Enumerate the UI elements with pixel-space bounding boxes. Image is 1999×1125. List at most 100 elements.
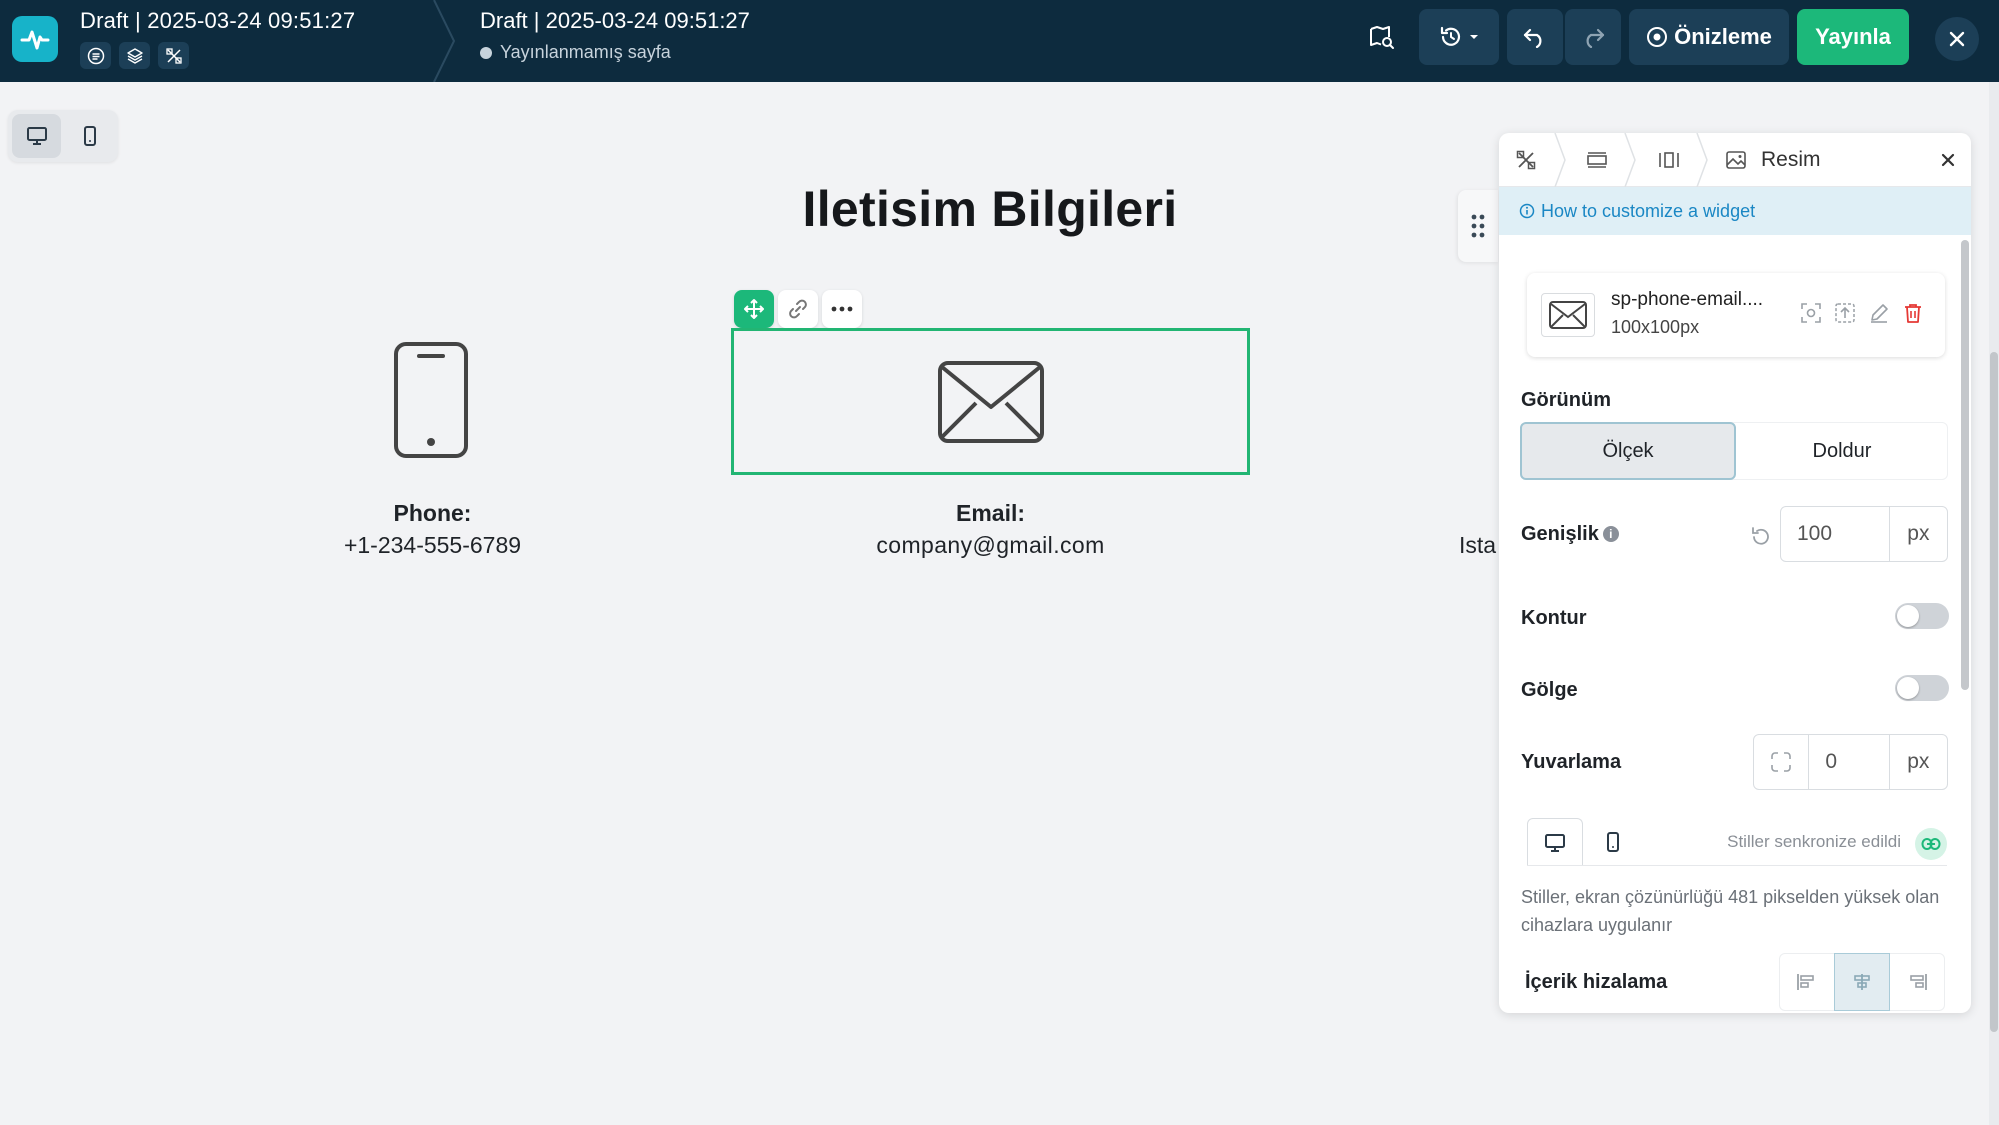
crumb-separator: [1624, 133, 1636, 187]
pulse-icon: [20, 30, 50, 50]
align-left-icon: [1797, 974, 1815, 990]
image-actions: [1799, 301, 1925, 325]
top-bar: Draft | 2025-03-24 09:51:27 Draft | 2025…: [0, 0, 1999, 82]
close-editor-button[interactable]: [1935, 17, 1979, 61]
desktop-styles-tab[interactable]: [1527, 818, 1583, 866]
address-value[interactable]: Ista: [1459, 532, 1496, 559]
crumb-section[interactable]: [1577, 133, 1617, 187]
move-widget-button[interactable]: [734, 290, 774, 328]
toggle-knob: [1897, 605, 1919, 627]
info-icon: [1519, 203, 1535, 219]
undo-redo-group: [1507, 9, 1621, 65]
focus-icon: [1801, 303, 1821, 323]
align-center-button[interactable]: [1833, 953, 1891, 1011]
edit-image-button[interactable]: [1867, 301, 1891, 325]
delete-image-button[interactable]: [1901, 301, 1925, 325]
sync-styles-button[interactable]: [1915, 828, 1947, 860]
radius-corners-button[interactable]: [1754, 735, 1810, 789]
focus-image-button[interactable]: [1799, 301, 1823, 325]
trash-icon: [1905, 304, 1921, 323]
phone-icon: [394, 342, 468, 458]
help-link[interactable]: How to customize a widget: [1499, 187, 1971, 235]
panel-scrollbar[interactable]: [1961, 240, 1969, 690]
corners-icon: [1771, 752, 1791, 772]
crumb-column[interactable]: [1649, 133, 1689, 187]
mobile-view-button[interactable]: [65, 114, 114, 158]
radius-unit[interactable]: px: [1890, 735, 1947, 789]
mobile-icon: [1607, 832, 1619, 852]
status-text: Yayınlanmamış sayfa: [500, 42, 671, 62]
selected-email-image[interactable]: [731, 328, 1250, 475]
image-thumbnail[interactable]: [1541, 293, 1595, 337]
scale-option[interactable]: Ölçek: [1520, 422, 1736, 480]
email-label[interactable]: Email:: [731, 500, 1250, 527]
reset-icon[interactable]: [1749, 525, 1773, 549]
preview-label: Önizleme: [1674, 24, 1772, 49]
panel-close-button[interactable]: [1935, 147, 1961, 173]
crumb-separator: [1696, 133, 1708, 187]
fill-option[interactable]: Doldur: [1736, 422, 1948, 480]
eye-icon: [1647, 27, 1668, 47]
column-icon: [1659, 152, 1679, 168]
layers-button[interactable]: [119, 42, 150, 69]
desktop-view-button[interactable]: [12, 114, 61, 158]
redo-button[interactable]: [1565, 9, 1621, 65]
link-icon: [789, 299, 807, 319]
email-value[interactable]: company@gmail.com: [731, 532, 1250, 559]
mobile-styles-tab[interactable]: [1585, 818, 1641, 866]
shadow-toggle[interactable]: [1895, 675, 1949, 701]
width-input[interactable]: 100: [1781, 507, 1890, 561]
draft-title: Draft | 2025-03-24 09:51:27: [80, 8, 356, 33]
appearance-segmented-control: Ölçek Doldur: [1520, 422, 1948, 480]
tools-icon: [1516, 150, 1536, 170]
undo-button[interactable]: [1507, 9, 1563, 65]
width-unit[interactable]: px: [1890, 507, 1947, 561]
pages-button[interactable]: [80, 42, 111, 69]
map-guide-button[interactable]: [1358, 9, 1406, 65]
border-toggle[interactable]: [1895, 603, 1949, 629]
link-sync-icon: [1921, 838, 1941, 850]
radius-input[interactable]: 0: [1809, 735, 1890, 789]
page-scrollbar-thumb[interactable]: [1990, 352, 1998, 1032]
phone-value[interactable]: +1-234-555-6789: [300, 532, 565, 559]
phone-label[interactable]: Phone:: [300, 500, 565, 527]
publish-label: Yayınla: [1815, 24, 1891, 49]
page-draft-title: Draft | 2025-03-24 09:51:27: [480, 8, 750, 33]
link-widget-button[interactable]: [778, 290, 818, 328]
panel-breadcrumb: Resim: [1499, 133, 1971, 187]
move-icon: [744, 299, 764, 319]
width-label: Genişlik i: [1521, 523, 1619, 546]
crumb-design[interactable]: [1507, 133, 1545, 187]
history-button[interactable]: [1419, 9, 1499, 65]
align-left-button[interactable]: [1779, 953, 1834, 1011]
align-center-icon: [1854, 974, 1870, 990]
border-label: Kontur: [1521, 607, 1587, 629]
panel-drag-handle[interactable]: [1458, 190, 1498, 262]
preview-button[interactable]: Önizleme: [1629, 9, 1789, 65]
envelope-icon: [937, 360, 1044, 443]
radius-label: Yuvarlama: [1521, 751, 1622, 773]
publish-button[interactable]: Yayınla: [1797, 9, 1909, 65]
width-input-group: 100 px: [1780, 506, 1948, 562]
image-file-size: 100x100px: [1611, 317, 1700, 337]
phone-image[interactable]: [385, 336, 477, 464]
style-device-tabs: Stiller senkronize edildi: [1527, 818, 1947, 866]
replace-image-button[interactable]: [1833, 301, 1857, 325]
crumb-image[interactable]: Resim: [1725, 133, 1821, 187]
layers-icon: [126, 47, 143, 64]
shadow-label: Gölge: [1521, 679, 1578, 701]
redo-icon: [1586, 28, 1605, 48]
app-logo[interactable]: [12, 16, 58, 62]
info-icon[interactable]: i: [1602, 526, 1619, 542]
pencil-icon: [1871, 304, 1888, 323]
image-file-name: sp-phone-email....: [1611, 289, 1764, 310]
design-tools-button[interactable]: [158, 42, 189, 69]
breadcrumb-divider: [433, 0, 456, 82]
more-options-button[interactable]: [822, 290, 862, 328]
tabs-divider: [1527, 865, 1947, 866]
map-search-icon: [1370, 26, 1394, 49]
mobile-icon: [83, 126, 96, 146]
align-right-button[interactable]: [1890, 953, 1945, 1011]
radius-input-group: 0 px: [1753, 734, 1948, 790]
envelope-icon: [1549, 301, 1587, 329]
